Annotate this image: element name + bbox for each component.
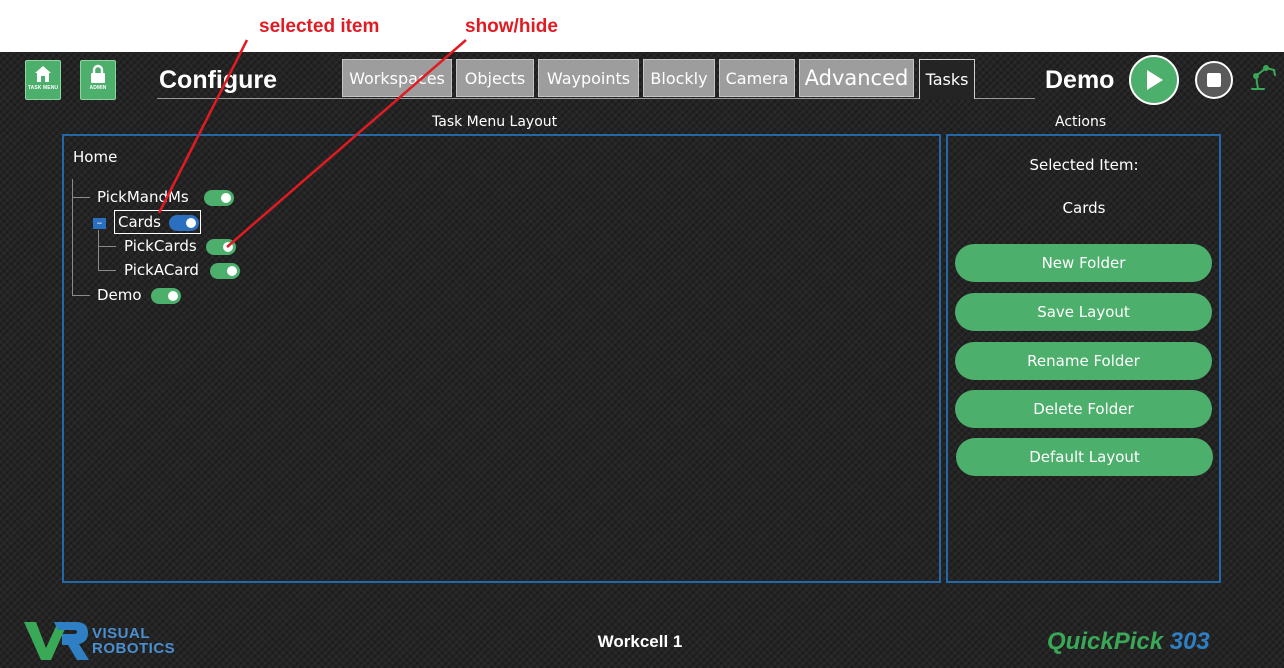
selected-item-value: Cards xyxy=(1062,199,1106,217)
logo-line-1: VISUAL xyxy=(92,625,151,642)
tab-camera[interactable]: Camera xyxy=(719,59,795,97)
product-name-part2: 303 xyxy=(1169,628,1210,655)
play-button[interactable] xyxy=(1129,55,1179,105)
tree-item-pickacard[interactable]: PickACard xyxy=(124,261,199,279)
tree-item-pickcards[interactable]: PickCards xyxy=(124,237,197,255)
visual-robotics-logo xyxy=(24,622,89,660)
visibility-toggle-pickacard[interactable] xyxy=(210,263,240,279)
visibility-toggle-demo[interactable] xyxy=(151,288,181,304)
delete-folder-button[interactable]: Delete Folder xyxy=(955,390,1212,428)
rename-folder-button[interactable]: Rename Folder xyxy=(955,342,1212,380)
tree-line xyxy=(72,197,90,198)
stop-button[interactable] xyxy=(1195,61,1233,99)
annotation-selected-item: selected item xyxy=(259,16,380,37)
tree-root-home[interactable]: Home xyxy=(73,148,117,166)
app-window: TASK MENU ADMIN Configure Workspaces Obj… xyxy=(0,52,1284,668)
task-menu-button[interactable]: TASK MENU xyxy=(25,60,61,100)
page-title: Configure xyxy=(159,66,278,94)
workcell-label: Workcell 1 xyxy=(597,632,683,651)
lock-icon xyxy=(91,64,105,83)
tree-item-demo[interactable]: Demo xyxy=(97,286,142,304)
logo-text: VISUAL ROBOTICS xyxy=(92,626,175,656)
title-underline xyxy=(157,98,342,99)
tab-waypoints[interactable]: Waypoints xyxy=(538,59,639,97)
actions-panel-title: Actions xyxy=(1055,114,1107,130)
tab-tasks[interactable]: Tasks xyxy=(919,59,975,99)
tree-line xyxy=(98,230,99,271)
layout-panel-title: Task Menu Layout xyxy=(432,114,558,130)
admin-caption: ADMIN xyxy=(89,85,107,91)
tree-line xyxy=(72,295,90,296)
admin-button[interactable]: ADMIN xyxy=(80,60,116,100)
tab-objects[interactable]: Objects xyxy=(456,59,534,97)
play-icon xyxy=(1147,70,1163,90)
robot-arm-icon[interactable] xyxy=(1248,62,1278,92)
stop-icon xyxy=(1207,73,1221,87)
task-menu-caption: TASK MENU xyxy=(27,85,59,91)
new-folder-button[interactable]: New Folder xyxy=(955,244,1212,282)
visibility-toggle-cards[interactable] xyxy=(169,215,199,231)
visibility-toggle-pickcards[interactable] xyxy=(206,239,236,255)
task-menu-layout-panel xyxy=(62,134,941,583)
visibility-toggle-pickmandms[interactable] xyxy=(204,190,234,206)
tab-workspaces[interactable]: Workspaces xyxy=(342,59,452,97)
logo-line-2: ROBOTICS xyxy=(92,640,176,657)
product-name: QuickPick 303 xyxy=(1047,628,1210,656)
annotation-show-hide: show/hide xyxy=(465,16,558,37)
collapse-icon[interactable]: – xyxy=(93,217,106,229)
save-layout-button[interactable]: Save Layout xyxy=(955,293,1212,331)
workcell-name: Demo xyxy=(1045,66,1115,94)
product-name-part1: QuickPick xyxy=(1047,628,1164,655)
tree-line xyxy=(98,270,116,271)
annotation-bar xyxy=(0,0,1284,52)
default-layout-button[interactable]: Default Layout xyxy=(956,438,1213,476)
tree-item-cards[interactable]: Cards xyxy=(118,213,161,231)
tab-advanced[interactable]: Advanced xyxy=(799,59,914,97)
tree-line xyxy=(98,246,116,247)
tree-item-pickmandms[interactable]: PickMandMs xyxy=(97,188,189,206)
tab-blockly[interactable]: Blockly xyxy=(643,59,715,97)
selected-item-label: Selected Item: xyxy=(1029,156,1139,174)
home-icon xyxy=(35,66,51,82)
